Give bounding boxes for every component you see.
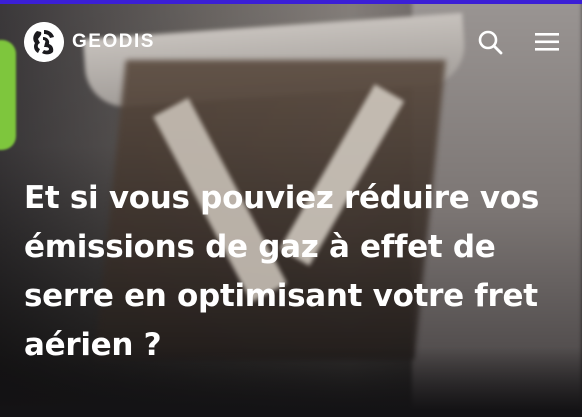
geodis-logo-icon	[24, 22, 64, 62]
home-logo-link[interactable]: GEODIS	[24, 22, 155, 62]
page: GEODIS Et si vous pouviez réduire vos ém…	[0, 0, 582, 417]
hero-headline: Et si vous pouviez réduire vos émissions…	[24, 180, 539, 363]
menu-button[interactable]	[531, 26, 563, 58]
search-icon	[478, 30, 503, 55]
search-button[interactable]	[474, 26, 506, 58]
hamburger-menu-icon	[535, 33, 559, 51]
brand-name: GEODIS	[72, 31, 155, 52]
site-header: GEODIS	[0, 4, 582, 78]
